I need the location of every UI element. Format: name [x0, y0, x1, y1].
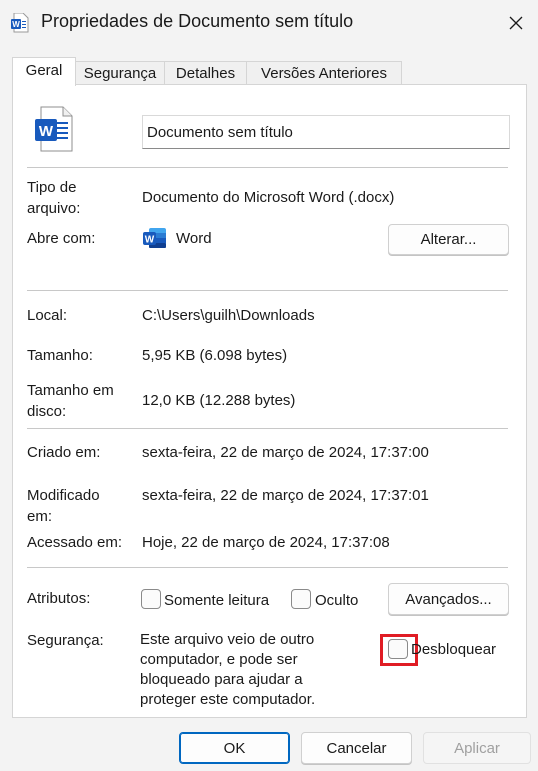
cancel-button[interactable]: Cancelar: [301, 732, 412, 764]
accessed-value: Hoje, 22 de março de 2024, 17:37:08: [142, 534, 390, 551]
word-icon: W: [11, 13, 29, 33]
divider: [27, 290, 508, 291]
accessed-label: Acessado em:: [27, 534, 123, 551]
apply-button[interactable]: Aplicar: [423, 732, 531, 764]
size-on-disk-value: 12,0 KB (12.288 bytes): [142, 392, 296, 409]
tab-general[interactable]: Geral: [12, 57, 76, 86]
size-value: 5,95 KB (6.098 bytes): [142, 347, 288, 364]
created-value: sexta-feira, 22 de março de 2024, 17:37:…: [142, 444, 429, 461]
readonly-checkbox[interactable]: [141, 589, 161, 609]
modified-value: sexta-feira, 22 de março de 2024, 17:37:…: [142, 487, 429, 504]
svg-text:W: W: [12, 20, 20, 29]
location-label: Local:: [27, 307, 68, 324]
close-icon: [509, 16, 523, 30]
file-type-value: Documento do Microsoft Word (.docx): [142, 189, 395, 206]
hidden-checkbox[interactable]: [291, 589, 311, 609]
word-file-icon: W: [35, 106, 73, 152]
file-name-input[interactable]: [142, 115, 510, 149]
opens-with-label: Abre com:: [27, 230, 96, 247]
tab-details[interactable]: Detalhes: [164, 61, 247, 85]
file-type-label: Tipo de arquivo:: [27, 179, 81, 217]
security-message: Este arquivo veio de outro computador, e…: [140, 631, 316, 708]
title-bar: W Propriedades de Documento sem título: [0, 0, 538, 46]
tab-security[interactable]: Segurança: [75, 61, 165, 85]
svg-text:W: W: [145, 235, 155, 246]
size-on-disk-label: Tamanho em disco:: [27, 382, 114, 420]
created-label: Criado em:: [27, 444, 101, 461]
ok-button[interactable]: OK: [179, 732, 290, 764]
opens-with-app: Word: [176, 230, 212, 247]
attributes-label: Atributos:: [27, 590, 91, 607]
divider: [27, 567, 508, 568]
location-value: C:\Users\guilh\Downloads: [142, 307, 315, 324]
svg-text:W: W: [39, 123, 54, 140]
readonly-label: Somente leitura: [164, 592, 270, 609]
advanced-button[interactable]: Avançados...: [388, 583, 509, 615]
divider: [27, 167, 508, 168]
divider: [27, 428, 508, 429]
security-label: Segurança:: [27, 632, 104, 649]
modified-label: Modificado em:: [27, 487, 100, 525]
close-button[interactable]: [494, 4, 538, 42]
unblock-checkbox[interactable]: [388, 639, 408, 659]
hidden-label: Oculto: [315, 592, 359, 609]
tab-previous-versions[interactable]: Versões Anteriores: [246, 61, 402, 85]
change-button[interactable]: Alterar...: [388, 224, 509, 255]
size-label: Tamanho:: [27, 347, 93, 364]
window-title: Propriedades de Documento sem título: [41, 11, 354, 31]
unblock-label: Desbloquear: [411, 641, 497, 658]
word-app-icon: W: [143, 228, 166, 248]
